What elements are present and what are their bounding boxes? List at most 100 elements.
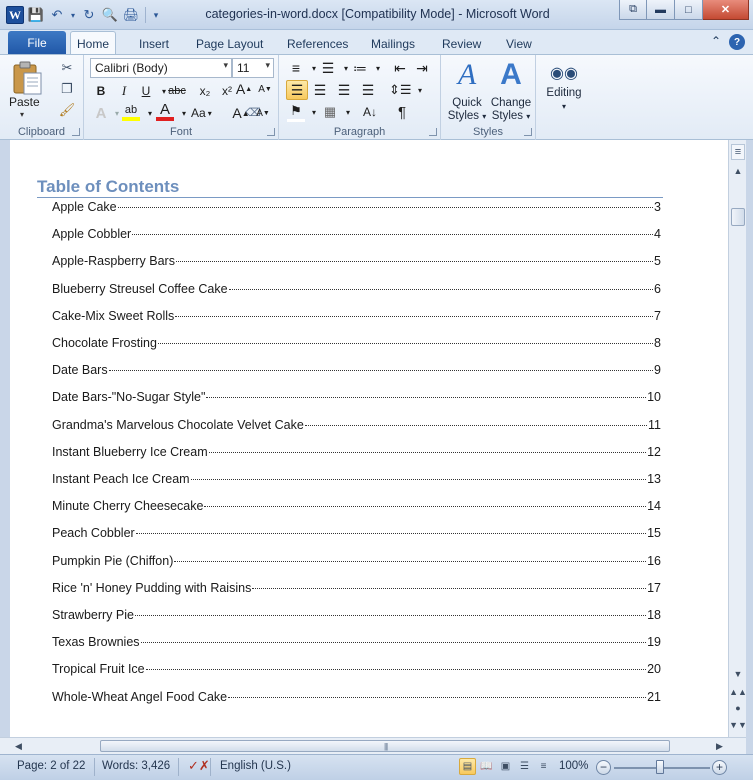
paste-button-label[interactable]: Paste (9, 95, 40, 109)
bold-button[interactable]: B (92, 81, 110, 101)
align-left-button[interactable]: ☰ (286, 80, 308, 100)
toc-entry[interactable]: Minute Cherry Cheesecake 14 (52, 499, 661, 517)
shading-icon[interactable]: ⚑ (287, 102, 305, 122)
format-painter-icon[interactable]: 🖌 (58, 101, 76, 119)
grow-font-icon[interactable]: A ▲ (232, 103, 250, 123)
maximize-button[interactable]: □ (675, 0, 703, 20)
tab-file[interactable]: File (8, 31, 66, 54)
shrink-font-icon[interactable]: A ▼ (254, 103, 272, 123)
toc-entry[interactable]: Strawberry Pie 18 (52, 608, 661, 626)
scroll-right-icon[interactable]: ▶ (711, 738, 728, 754)
zoom-level[interactable]: 100% (559, 760, 588, 772)
toc-entry[interactable]: Apple Cake 3 (52, 200, 661, 218)
font-name-dropdown-icon[interactable]: ▾ (223, 60, 228, 71)
highlight-icon[interactable]: ab (122, 103, 140, 121)
toc-entry[interactable]: Grandma's Marvelous Chocolate Velvet Cak… (52, 418, 661, 436)
borders-icon[interactable]: ▦ (321, 102, 339, 122)
bullets-icon[interactable]: ≡ (287, 58, 305, 78)
copy-icon[interactable]: ❐ (58, 80, 76, 98)
paste-dropdown-icon[interactable]: ▾ (20, 110, 24, 119)
toc-entry[interactable]: Whole-Wheat Angel Food Cake 21 (52, 690, 661, 708)
paste-icon[interactable] (10, 61, 44, 97)
change-case-button[interactable]: Aa ▾ (191, 103, 212, 123)
underline-button[interactable]: U (137, 81, 155, 101)
proofing-errors-icon[interactable]: ✓✗ (188, 758, 210, 774)
sort-icon[interactable]: A↓ (361, 102, 379, 122)
multilevel-dropdown-icon[interactable]: ▾ (369, 58, 387, 78)
close-button[interactable]: ✕ (703, 0, 749, 20)
font-name-combo[interactable]: Calibri (Body) ▾ (90, 58, 232, 78)
tab-review[interactable]: Review (436, 34, 487, 54)
toc-entry[interactable]: Date Bars 9 (52, 363, 661, 381)
borders-dropdown-icon[interactable]: ▾ (339, 102, 357, 122)
word-count-status[interactable]: Words: 3,426 (102, 760, 170, 772)
font-launcher-icon[interactable] (267, 128, 275, 136)
editing-button[interactable]: ◉◉ Editing ▾ (542, 61, 586, 113)
toc-entry[interactable]: Blueberry Streusel Coffee Cake 6 (52, 282, 661, 300)
toc-entry[interactable]: Instant Peach Ice Cream 13 (52, 472, 661, 490)
paragraph-launcher-icon[interactable] (429, 128, 437, 136)
toc-entry[interactable]: Rice 'n' Honey Pudding with Raisins 17 (52, 581, 661, 599)
tab-home[interactable]: Home (70, 31, 117, 55)
browse-object-icon[interactable]: ● (729, 699, 747, 717)
page-count-status[interactable]: Page: 2 of 22 (17, 760, 85, 772)
toc-entry[interactable]: Date Bars-"No-Sugar Style" 10 (52, 390, 661, 408)
scroll-left-icon[interactable]: ◀ (10, 738, 27, 754)
toc-entry[interactable]: Apple Cobbler 4 (52, 227, 661, 245)
subscript-button[interactable]: x₂ (196, 81, 214, 101)
view-ruler-icon[interactable]: ≡ (731, 144, 745, 160)
change-styles-button[interactable]: A Change Styles ▾ (489, 57, 533, 123)
increase-indent-icon[interactable]: ⇥ (413, 58, 431, 78)
styles-launcher-icon[interactable] (524, 128, 532, 136)
help-icon[interactable]: ? (729, 34, 745, 50)
align-right-button[interactable]: ☰ (334, 80, 354, 100)
show-formatting-button[interactable]: ¶ (393, 102, 411, 122)
document-area[interactable]: Table of Contents Apple Cake 3 Apple Cobbl… (0, 140, 728, 737)
zoom-out-icon[interactable]: − (596, 760, 611, 775)
toc-entry[interactable]: Instant Blueberry Ice Cream 12 (52, 445, 661, 463)
minimize-ribbon-icon[interactable]: ⌃ (711, 34, 721, 50)
cut-icon[interactable]: ✂ (58, 59, 76, 77)
scroll-down-icon[interactable]: ▼ (729, 665, 747, 683)
minimize-button[interactable]: ▬ (647, 0, 675, 20)
horizontal-scrollbar[interactable]: ◀ ||| ▶ (0, 737, 746, 754)
draft-view-icon[interactable]: ≡ (535, 758, 552, 775)
tab-insert[interactable]: Insert (133, 34, 175, 54)
multilevel-list-icon[interactable]: ≔ (351, 58, 369, 78)
italic-button[interactable]: I (115, 81, 133, 101)
align-center-button[interactable]: ☰ (310, 80, 330, 100)
vertical-scroll-thumb[interactable] (731, 208, 745, 226)
font-color-icon[interactable]: A (156, 101, 174, 121)
strikethrough-button[interactable]: abc (168, 81, 186, 101)
horizontal-scroll-thumb[interactable]: ||| (100, 740, 670, 752)
tab-view[interactable]: View (500, 34, 538, 54)
zoom-slider-thumb[interactable] (656, 760, 664, 774)
zoom-in-icon[interactable]: + (712, 760, 727, 775)
web-layout-view-icon[interactable]: ▣ (497, 758, 514, 775)
print-layout-view-icon[interactable]: ▤ (459, 758, 476, 775)
toc-entry[interactable]: Pumpkin Pie (Chiffon) 16 (52, 554, 661, 572)
numbering-icon[interactable]: ☰ (319, 58, 337, 78)
full-screen-reading-view-icon[interactable]: 📖 (478, 758, 495, 775)
decrease-indent-icon[interactable]: ⇤ (391, 58, 409, 78)
justify-button[interactable]: ☰ (358, 80, 378, 100)
toc-entry[interactable]: Texas Brownies 19 (52, 635, 661, 653)
tab-page-layout[interactable]: Page Layout (190, 34, 269, 54)
next-page-icon[interactable]: ▼▼ (729, 716, 747, 734)
line-spacing-dropdown-icon[interactable]: ▾ (411, 80, 429, 100)
vertical-scrollbar[interactable]: ≡ ▲ ▼ ▲▲ ● ▼▼ (728, 140, 747, 737)
toc-entry[interactable]: Apple-Raspberry Bars 5 (52, 254, 661, 272)
quick-styles-button[interactable]: A Quick Styles ▾ (447, 57, 487, 123)
restore-ribbon-icon[interactable]: ⧉ (619, 0, 647, 20)
line-spacing-icon[interactable]: ⇕☰ (389, 80, 412, 100)
scroll-up-icon[interactable]: ▲ (729, 162, 747, 180)
toc-entry[interactable]: Cake-Mix Sweet Rolls 7 (52, 309, 661, 327)
font-size-combo[interactable]: 11 ▾ (232, 58, 274, 78)
outline-view-icon[interactable]: ☰ (516, 758, 533, 775)
tab-references[interactable]: References (281, 34, 354, 54)
grow-font-button[interactable]: A ▲ (235, 79, 253, 99)
clipboard-launcher-icon[interactable] (72, 128, 80, 136)
language-status[interactable]: English (U.S.) (220, 760, 291, 772)
superscript-button[interactable]: x² (218, 81, 236, 101)
font-size-dropdown-icon[interactable]: ▾ (265, 60, 270, 71)
